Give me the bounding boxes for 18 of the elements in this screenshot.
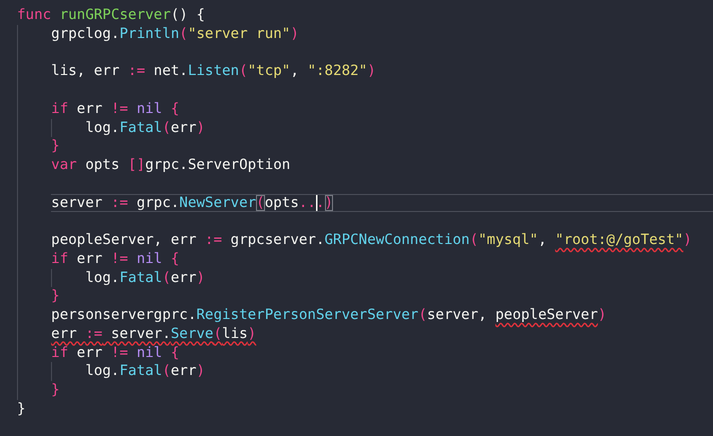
code-line: log.Fatal(err) [85, 363, 205, 380]
code-line: if err != nil { [51, 100, 180, 118]
code-line: var opts []grpc.ServerOption [51, 157, 290, 174]
code-line: if err != nil { [51, 344, 180, 362]
code-line: err := server.Serve(lis) [51, 326, 256, 343]
code-line: peopleServer, err := grpcserver.GRPCNewConnection("mysql", "root:@/goTest") [51, 232, 692, 249]
code-line: } [17, 400, 26, 418]
code-line: } [51, 382, 60, 399]
code-line: server := grpc.NewServer(opts...) [51, 194, 334, 212]
code-line: func runGRPCserver() { [17, 7, 205, 24]
code-line: personservergprc.RegisterPersonServerServer(server, peopleServer) [51, 307, 606, 324]
code-line: grpclog.Println("server run") [51, 26, 299, 43]
code-line: } [51, 288, 60, 306]
code-line: if err != nil { [51, 250, 180, 268]
code-line: } [51, 138, 60, 156]
code-line: log.Fatal(err) [85, 120, 205, 136]
code-line: log.Fatal(err) [85, 270, 205, 286]
code-line: lis, err := net.Listen("tcp", ":8282") [51, 63, 376, 80]
